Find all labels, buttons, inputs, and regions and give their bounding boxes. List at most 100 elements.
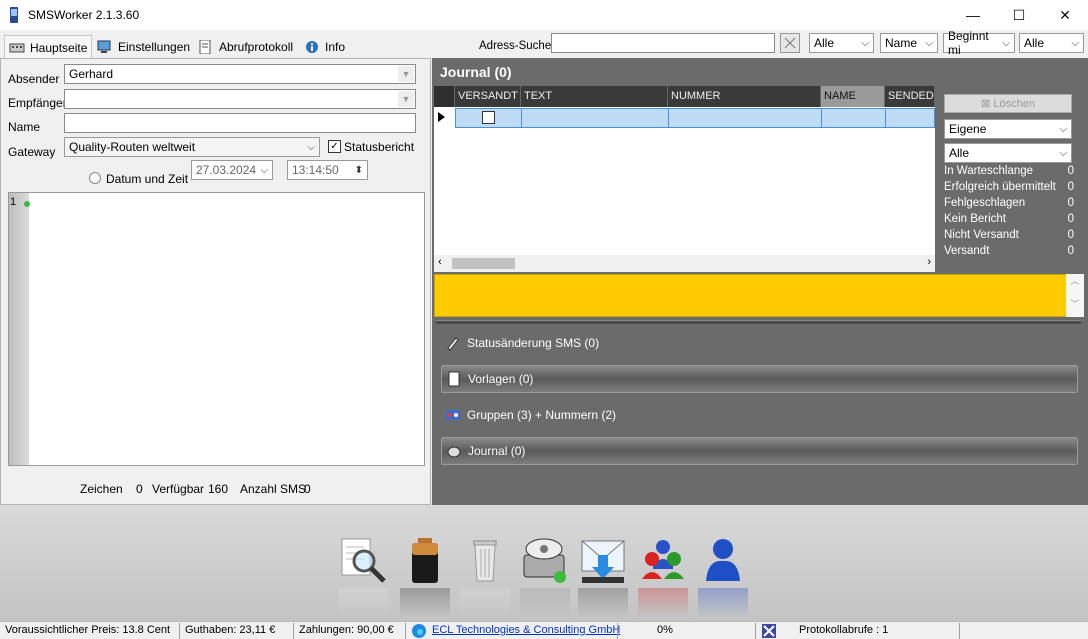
- table-row[interactable]: [455, 108, 935, 128]
- name-input[interactable]: [64, 113, 416, 133]
- pen-icon: [447, 337, 459, 351]
- clear-search-button[interactable]: [780, 33, 800, 53]
- column-header-versandt[interactable]: VERSANDT: [455, 86, 521, 107]
- edge-browser-icon: [412, 624, 426, 638]
- empfaenger-label: Empfänger: [8, 96, 67, 110]
- minimize-button[interactable]: —: [950, 0, 996, 30]
- verfuegbar-label: Verfügbar: [152, 482, 205, 496]
- protocol-status: Protokollabrufe : 1: [799, 624, 889, 636]
- tab-einstellungen[interactable]: Einstellungen: [93, 36, 194, 58]
- stat-row: Versandt 0: [944, 245, 1074, 257]
- line-marker-icon: [24, 201, 30, 207]
- anzahl-value: 0: [304, 482, 311, 496]
- absender-select[interactable]: Gerhard ▼: [64, 64, 416, 84]
- statusbericht-label: Statusbericht: [344, 140, 415, 154]
- column-header-name[interactable]: NAME: [821, 86, 885, 107]
- filter-field-select[interactable]: Name ⌵: [880, 33, 938, 53]
- user-icon[interactable]: [698, 535, 748, 585]
- scroll-right-icon[interactable]: ›: [927, 256, 931, 268]
- line-number: 1: [10, 196, 17, 208]
- stat-row: Kein Bericht 0: [944, 213, 1074, 225]
- filter-group-select[interactable]: Alle ⌵: [1019, 33, 1084, 53]
- gateway-label: Gateway: [8, 145, 56, 159]
- journal-icon: [447, 446, 461, 458]
- close-button[interactable]: ✕: [1042, 0, 1088, 30]
- tab-label: Abrufprotokoll: [219, 40, 294, 54]
- status-bar: Voraussichtlicher Preis: 13.8 Cent Gutha…: [0, 621, 1088, 639]
- window-title: SMSWorker 2.1.3.60: [28, 8, 140, 22]
- settings-computer-icon: [97, 40, 111, 53]
- trash-icon[interactable]: [460, 535, 510, 585]
- users-group-icon[interactable]: [638, 535, 688, 585]
- section-vorlagen[interactable]: Vorlagen (0): [441, 365, 1078, 393]
- column-header-sended[interactable]: SENDED: [885, 86, 935, 107]
- title-bar: SMSWorker 2.1.3.60 — ☐ ✕: [0, 0, 1088, 30]
- message-editor[interactable]: 1: [8, 192, 425, 466]
- grid-corner: [434, 86, 455, 107]
- chevron-down-icon: ⌵: [1059, 147, 1067, 159]
- mail-download-icon[interactable]: [578, 535, 628, 585]
- section-journal[interactable]: Journal (0): [441, 437, 1078, 465]
- empfaenger-select[interactable]: ▼: [64, 89, 416, 109]
- chevron-down-icon: ▼: [398, 66, 414, 82]
- line-gutter: [9, 193, 29, 465]
- loeschen-button[interactable]: ⊠ Löschen: [944, 94, 1072, 113]
- chevron-down-icon: ⌵: [307, 141, 315, 153]
- chevron-down-icon: ⌵: [1071, 37, 1079, 49]
- tab-label: Einstellungen: [118, 40, 191, 54]
- scroll-left-icon[interactable]: ‹: [438, 256, 442, 268]
- delete-icon: ⊠: [981, 98, 994, 110]
- name-label: Name: [8, 120, 41, 134]
- icon-reflection: [338, 588, 388, 618]
- row-pointer-icon: [438, 112, 445, 122]
- journal-grid[interactable]: VERSANDT TEXT NUMMER NAME SENDED: [434, 86, 935, 272]
- icon-reflection: [578, 588, 628, 618]
- zeichen-label: Zeichen: [80, 482, 123, 496]
- versandt-checkbox[interactable]: [482, 111, 495, 124]
- clear-icon: [784, 37, 796, 49]
- tab-hauptseite[interactable]: Hauptseite: [4, 35, 93, 59]
- chevron-down-icon: ⌵: [925, 37, 933, 49]
- scroll-thumb[interactable]: [452, 258, 515, 269]
- disk-save-icon[interactable]: [520, 535, 570, 585]
- preview-scrollbar[interactable]: ︿ ﹀: [1066, 274, 1084, 317]
- column-header-nummer[interactable]: NUMMER: [668, 86, 821, 107]
- icon-reflection: [638, 588, 688, 618]
- date-picker[interactable]: 27.03.2024 ⌵: [191, 160, 273, 180]
- column-header-text[interactable]: TEXT: [521, 86, 668, 107]
- tab-info[interactable]: Info: [300, 36, 349, 58]
- journal-title: Journal (0): [440, 64, 512, 80]
- message-preview-bar[interactable]: [434, 274, 1084, 317]
- splitter[interactable]: [436, 320, 1081, 324]
- icon-reflection: [460, 588, 510, 618]
- section-gruppen[interactable]: Gruppen (3) + Nummern (2): [441, 401, 1078, 429]
- statusbericht-checkbox[interactable]: ✓: [328, 140, 341, 153]
- company-link[interactable]: ECL Technologies & Consulting GmbH: [432, 624, 620, 636]
- address-search-input[interactable]: [551, 33, 775, 53]
- keyboard-icon: [9, 43, 25, 52]
- search-icon[interactable]: [338, 535, 388, 585]
- icon-reflection: [698, 588, 748, 618]
- journal-owner-select[interactable]: Eigene ⌵: [944, 119, 1072, 139]
- spinner-icon: ⬍: [354, 164, 363, 176]
- chevron-down-icon: ⌵: [861, 37, 869, 49]
- zeichen-value: 0: [136, 482, 143, 496]
- tab-abrufprotokoll[interactable]: Abrufprotokoll: [194, 36, 297, 58]
- filter-scope-select[interactable]: Alle ⌵: [809, 33, 874, 53]
- time-picker[interactable]: 13:14:50 ⬍: [287, 160, 368, 180]
- maximize-button[interactable]: ☐: [996, 0, 1042, 30]
- document-icon: [448, 371, 460, 387]
- datum-radio[interactable]: [89, 172, 101, 184]
- grid-horizontal-scrollbar[interactable]: ‹ ›: [434, 255, 935, 272]
- chevron-down-icon: ⌵: [260, 164, 268, 176]
- section-statusaenderung[interactable]: Statusänderung SMS (0): [441, 329, 1078, 357]
- payments-status: Zahlungen: 90,00 €: [299, 624, 394, 636]
- balance-status: Guthaben: 23,11 €: [185, 624, 276, 636]
- price-status: Voraussichtlicher Preis: 13.8 Cent: [5, 624, 171, 636]
- filter-mode-select[interactable]: Beginnt mi ⌵: [943, 29, 1015, 57]
- journal-status-select[interactable]: Alle ⌵: [944, 143, 1072, 163]
- gateway-select[interactable]: Quality-Routen weltweit ⌵: [64, 137, 320, 157]
- progress-status: 0%: [657, 624, 673, 636]
- battery-icon[interactable]: [400, 535, 450, 585]
- tab-label: Hauptseite: [30, 40, 88, 55]
